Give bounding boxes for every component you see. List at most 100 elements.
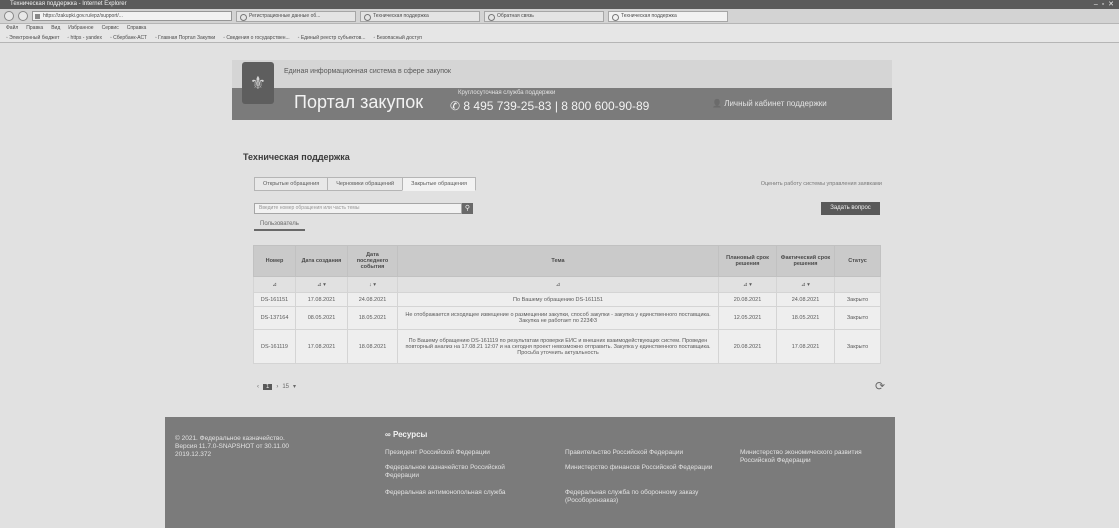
per-page-select[interactable]: 15	[282, 384, 289, 390]
browser-tab[interactable]: Регистрационные данные об...	[236, 10, 356, 22]
requests-table-wrap: Номер Дата создания Дата последнего собы…	[253, 245, 881, 364]
sort-icon[interactable]: ↓ ▾	[347, 276, 398, 293]
new-request-button[interactable]: Задать вопрос	[821, 202, 880, 215]
filter-icon[interactable]: ⊿	[253, 276, 296, 293]
page-title: Техническая поддержка	[243, 152, 350, 162]
browser-tab[interactable]: Техническая поддержка	[360, 10, 480, 22]
window-titlebar: Техническая поддержка - Internet Explore…	[0, 0, 1119, 9]
current-page[interactable]: 1	[263, 383, 273, 390]
cell-topic[interactable]: Не отображается исходящее извещение о ра…	[397, 306, 719, 330]
col-number[interactable]: Номер	[253, 245, 296, 277]
pagination: ‹ 1 › 15 ▾	[257, 383, 296, 390]
hotline-caption: Круглосуточная служба поддержки	[458, 90, 556, 96]
cabinet-link[interactable]: 👤 Личный кабинет поддержки	[712, 99, 827, 108]
cell-last: 18.08.2021	[347, 329, 398, 364]
favorites-bar: Электронный бюджет https - yandex Сберба…	[0, 33, 1119, 43]
footer-link[interactable]: Федеральная служба по оборонному заказу …	[565, 489, 715, 504]
cell-topic[interactable]: По Вашему обращению DS-161151	[397, 292, 719, 307]
header-bottom: Портал закупок Круглосуточная служба под…	[232, 88, 892, 120]
filter-icon[interactable]: ⊿ ▾	[718, 276, 777, 293]
cell-plan: 20.08.2021	[718, 292, 777, 307]
link-icon: ∞	[385, 430, 393, 439]
phone-separator: |	[554, 99, 558, 113]
forward-icon[interactable]	[18, 11, 28, 21]
cell-plan: 20.08.2021	[718, 329, 777, 364]
back-icon[interactable]	[4, 11, 14, 21]
site-tagline: Единая информационная система в сфере за…	[284, 68, 451, 75]
site-footer: © 2021. Федеральное казначейство. Версия…	[165, 417, 895, 528]
next-page[interactable]: ›	[276, 384, 278, 390]
tab-open[interactable]: Открытые обращения	[254, 177, 329, 191]
cell-fact: 24.08.2021	[776, 292, 835, 307]
header-top: Единая информационная система в сфере за…	[232, 60, 892, 88]
favorite-link[interactable]: Сведения о государствен...	[223, 33, 289, 42]
requests-table: Номер Дата создания Дата последнего собы…	[253, 245, 881, 364]
copyright: © 2021. Федеральное казначейство. Версия…	[175, 435, 290, 458]
cell-created: 08.05.2021	[295, 306, 348, 330]
cell-number[interactable]: DS-137164	[253, 306, 296, 330]
menu-item[interactable]: Файл	[6, 24, 18, 33]
favorite-link[interactable]: Единый реестр субъектов...	[298, 33, 366, 42]
menu-item[interactable]: Вид	[51, 24, 60, 33]
user-filter-tab[interactable]: Пользователь	[254, 221, 305, 231]
filter-icon[interactable]: ⊿	[397, 276, 719, 293]
favorite-link[interactable]: Сбербанк-АСТ	[110, 33, 147, 42]
menu-item[interactable]: Правка	[26, 24, 43, 33]
search-input[interactable]: Введите номер обращения или часть темы	[254, 203, 462, 214]
site-header: Единая информационная система в сфере за…	[232, 60, 892, 120]
tab-closed[interactable]: Закрытые обращения	[402, 177, 476, 191]
menu-item[interactable]: Справка	[127, 24, 147, 33]
footer-link[interactable]: Министерство финансов Российской Федерац…	[565, 464, 715, 472]
rate-link[interactable]: Оценить работу системы управления заявка…	[761, 181, 882, 187]
cell-fact: 18.05.2021	[776, 306, 835, 330]
browser-tab-active[interactable]: Техническая поддержка	[608, 10, 728, 22]
favorite-link[interactable]: Главная Портал Закупки	[155, 33, 215, 42]
phone-number-1: 8 495 739-25-83	[463, 99, 552, 113]
refresh-icon[interactable]: ⟳	[875, 379, 885, 393]
col-topic[interactable]: Тема	[397, 245, 719, 277]
col-plan[interactable]: Плановый срок решения	[718, 245, 777, 277]
footer-link[interactable]: Федеральное казначейство Российской Феде…	[385, 464, 535, 479]
prev-page[interactable]: ‹	[257, 384, 259, 390]
cell-number[interactable]: DS-161151	[253, 292, 296, 307]
window-title: Техническая поддержка - Internet Explore…	[10, 1, 127, 7]
tab-drafts[interactable]: Черновики обращений	[327, 177, 404, 191]
filter-icon[interactable]: ⊿ ▾	[776, 276, 835, 293]
portal-title[interactable]: Портал закупок	[294, 92, 423, 113]
menu-item[interactable]: Избранное	[68, 24, 93, 33]
resources-title: ∞ Ресурсы	[385, 430, 427, 439]
favorite-link[interactable]: https - yandex	[67, 33, 102, 42]
phone-icon: ✆	[450, 99, 464, 113]
footer-link[interactable]: Федеральная антимонопольная служба	[385, 489, 535, 497]
url-field[interactable]: https://zakupki.gov.ru/epz/support/...	[32, 11, 232, 21]
cell-status: Закрыто	[834, 306, 881, 330]
col-created[interactable]: Дата создания	[295, 245, 348, 277]
cell-number[interactable]: DS-161119	[253, 329, 296, 364]
table-row[interactable]: DS-161151 17.08.2021 24.08.2021 По Вашем…	[253, 292, 881, 307]
cell-fact: 17.08.2021	[776, 329, 835, 364]
col-last-event[interactable]: Дата последнего события	[347, 245, 398, 277]
favorite-link[interactable]: Безопасный доступ	[373, 33, 422, 42]
favorite-link[interactable]: Электронный бюджет	[6, 33, 59, 42]
coat-of-arms-logo[interactable]: ⚜	[242, 62, 274, 104]
footer-link[interactable]: Президент Российской Федерации	[385, 449, 535, 457]
window-controls[interactable]: – ▫ ✕	[1094, 0, 1115, 9]
request-tabs: Открытые обращения Черновики обращений З…	[254, 177, 476, 191]
cell-created: 17.08.2021	[295, 292, 348, 307]
filter-icon[interactable]: ⊿ ▾	[295, 276, 348, 293]
cell-plan: 12.05.2021	[718, 306, 777, 330]
table-row[interactable]: DS-137164 08.05.2021 18.05.2021 Не отобр…	[253, 306, 881, 330]
filter-row: ⊿ ⊿ ▾ ↓ ▾ ⊿ ⊿ ▾ ⊿ ▾	[253, 276, 881, 293]
footer-link[interactable]: Министерство экономического развития Рос…	[740, 449, 890, 464]
col-fact[interactable]: Фактический срок решения	[776, 245, 835, 277]
address-bar: https://zakupki.gov.ru/epz/support/... Р…	[0, 9, 1119, 24]
phone-number-2: 8 800 600-90-89	[561, 99, 650, 113]
col-status[interactable]: Статус	[834, 245, 881, 277]
menu-item[interactable]: Сервис	[102, 24, 119, 33]
footer-link[interactable]: Правительство Российской Федерации	[565, 449, 715, 457]
cell-topic[interactable]: По Вашему обращению DS-161119 по результ…	[397, 329, 719, 364]
table-row[interactable]: DS-161119 17.08.2021 18.08.2021 По Вашем…	[253, 329, 881, 364]
search-icon[interactable]: ⚲	[462, 203, 473, 214]
browser-tab[interactable]: Обратная связь	[484, 10, 604, 22]
chevron-down-icon[interactable]: ▾	[293, 383, 296, 390]
